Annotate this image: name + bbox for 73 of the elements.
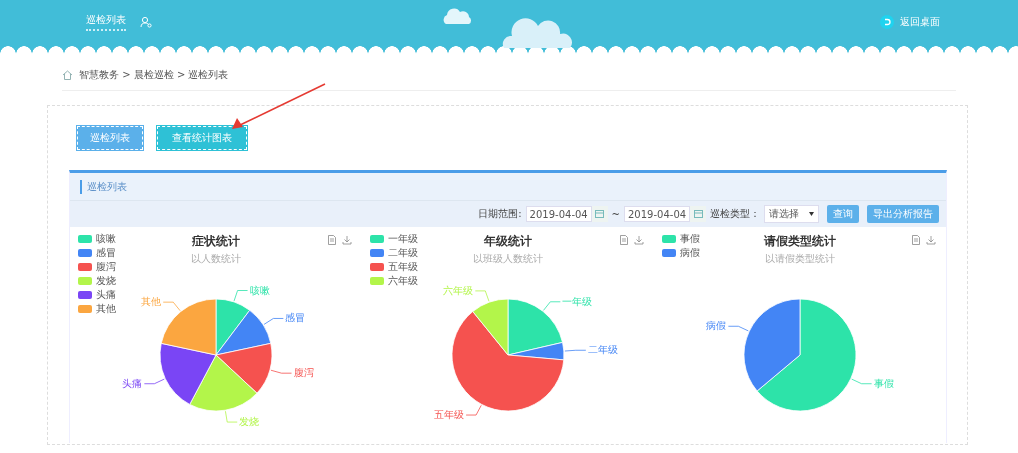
legend-swatch[interactable]: [662, 234, 676, 243]
date-range-label: 日期范围:: [478, 207, 522, 221]
slice-label: 其他: [141, 296, 162, 308]
legend-swatch[interactable]: [370, 234, 384, 243]
leader-line: [225, 410, 238, 423]
download-icon[interactable]: [926, 235, 936, 245]
legend-swatch[interactable]: [78, 304, 92, 313]
slice-label: 六年级: [443, 284, 474, 296]
leader-line: [851, 378, 873, 385]
leader-line: [543, 301, 561, 311]
date-from-field[interactable]: 2019-04-04: [525, 206, 592, 222]
legend-label[interactable]: 发烧: [96, 275, 116, 286]
chart-subtitle: 以人数统计: [191, 252, 241, 266]
user-icon[interactable]: [140, 16, 152, 28]
legend-label[interactable]: 其他: [96, 303, 116, 314]
legend-swatch[interactable]: [370, 248, 384, 257]
download-icon[interactable]: [342, 235, 352, 245]
slice-label: 感冒: [285, 312, 306, 324]
undo-icon: [880, 15, 894, 29]
slice-label: 发烧: [239, 416, 260, 428]
legend-label[interactable]: 病假: [680, 247, 700, 258]
legend-label[interactable]: 咳嗽: [96, 233, 116, 244]
slice-label: 头痛: [122, 377, 143, 389]
date-to-field[interactable]: 2019-04-04: [624, 206, 690, 222]
panel-title: 巡检列表: [80, 179, 127, 194]
legend-label[interactable]: 头痛: [96, 289, 116, 300]
leader-line: [465, 404, 482, 416]
range-separator: ~: [611, 208, 620, 220]
leader-line: [143, 378, 165, 385]
legend-label[interactable]: 五年级: [388, 261, 418, 272]
legend-label[interactable]: 事假: [680, 233, 700, 244]
leader-line: [233, 290, 248, 302]
slice-label: 事假: [873, 377, 894, 389]
legend-swatch[interactable]: [662, 248, 676, 257]
leader-line: [270, 369, 292, 374]
legend-swatch[interactable]: [78, 248, 92, 257]
slice-label: 二年级: [587, 344, 618, 356]
chart-title: 年级统计: [484, 233, 532, 250]
slice-label: 五年级: [434, 409, 465, 421]
download-icon[interactable]: [634, 235, 644, 245]
legend-swatch[interactable]: [370, 262, 384, 271]
legend-label[interactable]: 腹泻: [96, 261, 116, 272]
legend-label[interactable]: 感冒: [96, 247, 116, 258]
chart-subtitle: 以请假类型统计: [765, 252, 835, 266]
chart-subtitle: 以班级人数统计: [473, 252, 543, 266]
document-icon[interactable]: [328, 235, 336, 245]
leader-line: [162, 301, 181, 312]
document-icon[interactable]: [912, 235, 920, 245]
leader-line: [564, 349, 587, 352]
document-icon[interactable]: [620, 235, 628, 245]
caret-icon: [809, 212, 814, 216]
legend-label[interactable]: 二年级: [388, 247, 418, 258]
chart-title: 请假类型统计: [764, 233, 836, 250]
legend-swatch[interactable]: [78, 262, 92, 271]
chart-title: 症状统计: [192, 233, 240, 250]
breadcrumb: 智慧教务 > 晨检巡检 > 巡检列表: [79, 68, 229, 82]
inspection-type-select[interactable]: 请选择: [764, 205, 819, 223]
slice-label: 咳嗽: [249, 284, 270, 296]
legend-swatch[interactable]: [370, 276, 384, 285]
calendar-icon: [690, 206, 706, 222]
home-icon[interactable]: [62, 70, 73, 80]
slice-label: 病假: [706, 320, 727, 332]
inspection-type-label: 巡检类型：: [710, 207, 760, 221]
slice-label: 腹泻: [293, 367, 314, 379]
leader-line: [263, 318, 284, 325]
legend-swatch[interactable]: [78, 234, 92, 243]
leader-line: [727, 325, 749, 332]
legend-swatch[interactable]: [78, 276, 92, 285]
leader-line: [474, 290, 490, 302]
legend-swatch[interactable]: [78, 290, 92, 299]
slice-label: 一年级: [562, 295, 593, 307]
legend-label[interactable]: 六年级: [388, 275, 418, 286]
legend-label[interactable]: 一年级: [388, 233, 418, 244]
